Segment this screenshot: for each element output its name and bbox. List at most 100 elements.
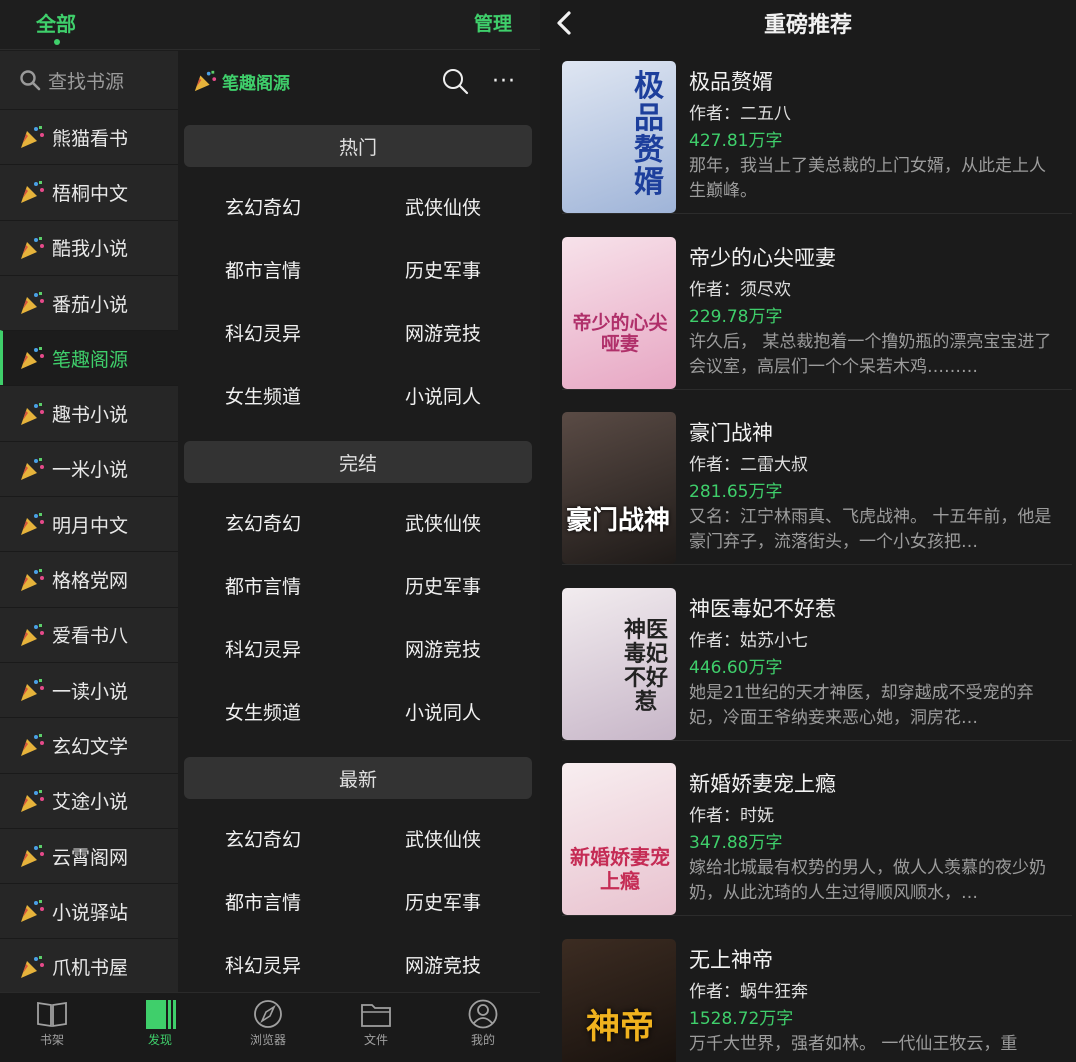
book-item[interactable]: 极品赘婿 极品赘婿 作者：二五八 427.81万字 那年，我当上了美总裁的上门女婿，从此… xyxy=(562,46,1072,214)
book-description: 她是21世纪的天才神医，却穿越成不受宠的弃妃，冷面王爷纳妾来恶心她，洞房花… xyxy=(689,682,1034,728)
party-popper-icon xyxy=(21,126,44,149)
source-item[interactable]: 梧桐中文 xyxy=(0,164,178,219)
category-item[interactable]: 武侠仙侠 xyxy=(358,175,538,238)
book-author: 作者：二五八 xyxy=(689,104,791,124)
category-item[interactable]: 女生频道 xyxy=(178,680,358,743)
source-label: 艾途小说 xyxy=(52,791,129,814)
book-item[interactable]: 神医毒妃不好惹 神医毒妃不好惹 作者：姑苏小七 446.60万字 她是21世纪的天才神医… xyxy=(562,573,1072,741)
tab-all[interactable]: 全部 xyxy=(36,8,76,37)
book-item[interactable]: 新婚娇妻宠上瘾 新婚娇妻宠上瘾 作者：时妩 347.88万字 嫁给北城最有权势的男人，做… xyxy=(562,748,1072,916)
tab-files[interactable]: 文件 xyxy=(346,999,406,1048)
source-item[interactable]: 熊猫看书 xyxy=(0,109,178,164)
category-item[interactable]: 网游竞技 xyxy=(358,301,538,364)
party-popper-icon xyxy=(21,236,44,259)
book-cover: 豪门战神 xyxy=(562,412,676,564)
source-label: 小说驿站 xyxy=(52,901,129,924)
party-popper-icon xyxy=(21,568,44,591)
source-label: 酷我小说 xyxy=(52,238,129,261)
source-label: 趣书小说 xyxy=(52,404,129,427)
category-item[interactable]: 历史军事 xyxy=(358,870,538,933)
book-description: 万千大世界，强者如林。 一代仙王牧云，重 xyxy=(689,1033,1018,1054)
page-title: 重磅推荐 xyxy=(763,13,852,38)
tab-label: 浏览器 xyxy=(249,1033,286,1047)
source-item[interactable]: 小说驿站 xyxy=(0,883,178,938)
source-item[interactable]: 一读小说 xyxy=(0,661,178,717)
source-label: 一读小说 xyxy=(52,680,129,703)
section-header: 最新 xyxy=(184,757,532,799)
source-label: 爱看书八 xyxy=(52,625,129,648)
book-description: 又名：江宁林雨真、飞虎战神。 十五年前，他是豪门弃子，流落街头，一个小女孩把… xyxy=(689,507,1052,552)
party-popper-icon xyxy=(21,292,44,315)
party-popper-icon xyxy=(21,347,44,370)
source-item[interactable]: 番茄小说 xyxy=(0,274,178,330)
category-item[interactable]: 都市言情 xyxy=(178,238,358,301)
category-item[interactable]: 武侠仙侠 xyxy=(358,807,538,870)
category-item[interactable]: 玄幻奇幻 xyxy=(178,491,358,554)
category-item[interactable]: 网游竞技 xyxy=(358,617,538,680)
source-search[interactable]: 查找书源 xyxy=(0,51,178,109)
book-word-count: 1528.72万字 xyxy=(689,1008,794,1029)
book-item[interactable]: 帝少的心尖哑妻 帝少的心尖哑妻 作者：须尽欢 229.78万字 许久后， 某总裁抱着一个… xyxy=(562,222,1072,390)
category-grid: 玄幻奇幻武侠仙侠都市言情历史军事科幻灵异网游竞技女生频道小说同人 xyxy=(178,807,540,992)
source-item[interactable]: 爱看书八 xyxy=(0,606,178,662)
category-item[interactable]: 都市言情 xyxy=(178,554,358,617)
category-item[interactable]: 小说同人 xyxy=(358,680,538,743)
source-item[interactable]: 笔趣阁源 xyxy=(0,330,178,386)
source-label: 明月中文 xyxy=(52,514,129,537)
tab-bookshelf[interactable]: 书架 xyxy=(22,999,82,1048)
party-popper-icon xyxy=(21,845,44,867)
category-item[interactable]: 玄幻奇幻 xyxy=(178,175,358,238)
category-item[interactable]: 女生频道 xyxy=(178,364,358,427)
source-item[interactable]: 明月中文 xyxy=(0,496,178,551)
category-item[interactable]: 科幻灵异 xyxy=(178,617,358,680)
category-item[interactable]: 科幻灵异 xyxy=(178,301,358,364)
party-popper-icon xyxy=(21,181,44,204)
tab-label: 文件 xyxy=(363,1033,388,1047)
source-search-placeholder: 查找书源 xyxy=(48,70,125,93)
tab-discover[interactable]: 发现 xyxy=(130,999,190,1048)
party-popper-icon xyxy=(194,70,217,92)
book-title: 豪门战神 xyxy=(689,421,773,445)
source-item[interactable]: 云霄阁网 xyxy=(0,827,178,883)
source-item[interactable]: 玄幻文学 xyxy=(0,717,178,772)
party-popper-icon xyxy=(21,623,44,646)
discover-panel: 全部 管理 查找书源 熊猫看书梧桐中文酷我小说番茄小说 笔趣阁源趣书小说一米小说明… xyxy=(0,0,540,1062)
category-item[interactable]: 历史军事 xyxy=(358,238,538,301)
source-item[interactable]: 酷我小说 xyxy=(0,219,178,275)
tab-mine[interactable]: 我的 xyxy=(453,999,513,1048)
source-item[interactable]: 趣书小说 xyxy=(0,385,178,440)
search-icon[interactable] xyxy=(441,67,469,95)
book-title: 帝少的心尖哑妻 xyxy=(689,245,836,270)
category-item[interactable]: 历史军事 xyxy=(358,554,538,617)
category-item[interactable]: 科幻灵异 xyxy=(178,933,358,992)
manage-button[interactable]: 管理 xyxy=(474,9,512,36)
tab-label: 书架 xyxy=(39,1033,64,1047)
category-grid: 玄幻奇幻武侠仙侠都市言情历史军事科幻灵异网游竞技女生频道小说同人 xyxy=(178,175,540,427)
source-item[interactable]: 一米小说 xyxy=(0,440,178,496)
book-item[interactable]: 豪门战神 豪门战神 作者：二雷大叔 281.65万字 又名：江宁林雨真、飞虎战神。 十五… xyxy=(562,397,1072,565)
book-word-count: 347.88万字 xyxy=(689,833,783,853)
source-item[interactable]: 爪机书屋 xyxy=(0,938,178,993)
tab-browser[interactable]: 浏览器 xyxy=(238,999,298,1048)
category-item[interactable]: 都市言情 xyxy=(178,870,358,933)
book-item[interactable]: 神帝 无上神帝 作者：蜗牛狂奔 1528.72万字 万千大世界，强者如林。 一代仙王牧云… xyxy=(562,924,1072,1062)
source-label: 玄幻文学 xyxy=(52,735,129,758)
cover-title: 极品赘婿 xyxy=(634,69,664,200)
book-description: 许久后， 某总裁抱着一个撸奶瓶的漂亮宝宝进了会议室，高层们一个个呆若木鸡……… xyxy=(689,331,1052,377)
category-item[interactable]: 小说同人 xyxy=(358,364,538,427)
book-title: 无上神帝 xyxy=(689,947,773,972)
source-label: 梧桐中文 xyxy=(52,182,129,205)
source-item[interactable]: 艾途小说 xyxy=(0,772,178,828)
category-item[interactable]: 玄幻奇幻 xyxy=(178,807,358,870)
cover-title: 豪门战神 xyxy=(566,506,671,536)
category-item[interactable]: 网游竞技 xyxy=(358,933,538,992)
book-author: 作者：蜗牛狂奔 xyxy=(689,981,808,1002)
source-item[interactable]: 格格党网 xyxy=(0,551,178,606)
top-bar: 全部 管理 xyxy=(0,0,540,50)
source-label: 格格党网 xyxy=(52,570,129,593)
book-word-count: 446.60万字 xyxy=(689,657,783,678)
party-popper-icon xyxy=(21,679,44,702)
category-item[interactable]: 武侠仙侠 xyxy=(358,491,538,554)
more-icon[interactable]: ··· xyxy=(492,69,516,94)
book-author: 作者：须尽欢 xyxy=(689,279,791,300)
